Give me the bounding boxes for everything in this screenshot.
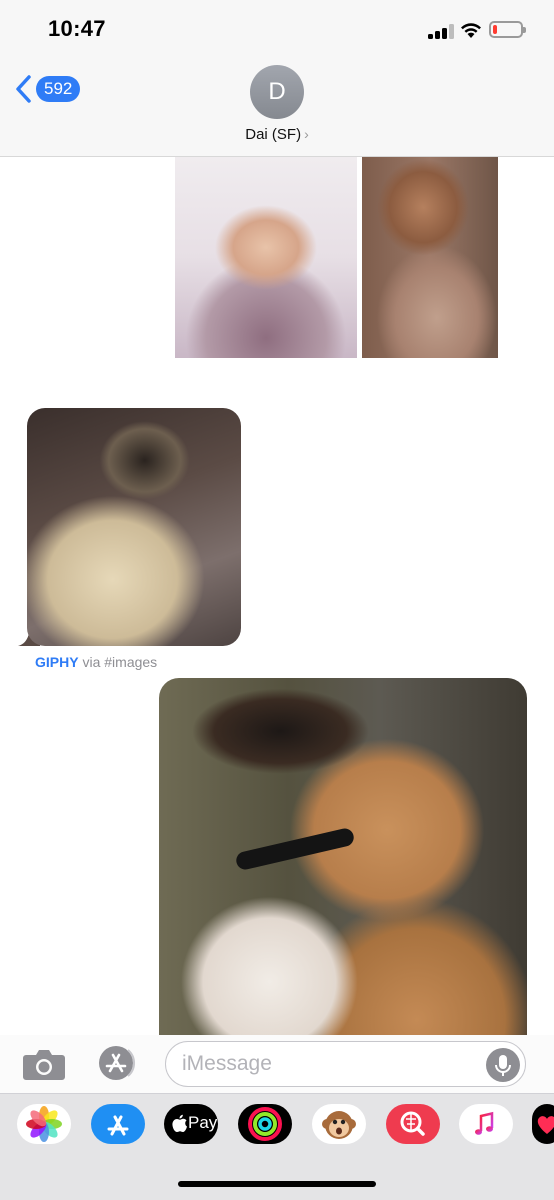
contact-name: Dai (SF) bbox=[245, 126, 302, 143]
music-icon[interactable] bbox=[459, 1104, 513, 1144]
chihuahua-photo-right[interactable] bbox=[362, 157, 498, 358]
microphone-icon bbox=[495, 1055, 511, 1076]
contact-name-button[interactable]: Dai (SF) › bbox=[0, 126, 554, 143]
message-placeholder: iMessage bbox=[182, 1052, 272, 1075]
giphy-brand: GIPHY bbox=[35, 654, 79, 670]
apple-pay-label: Pay bbox=[188, 1113, 218, 1132]
chevron-left-icon bbox=[16, 75, 31, 103]
dog-collar bbox=[234, 826, 356, 872]
status-bar: 10:47 bbox=[0, 0, 554, 56]
giphy-attribution[interactable]: GIPHY via #images bbox=[35, 654, 157, 670]
giphy-source-text: via #images bbox=[78, 654, 158, 670]
animoji-icon[interactable] bbox=[312, 1104, 366, 1144]
pug-gif[interactable] bbox=[27, 408, 241, 646]
camera-icon[interactable] bbox=[22, 1047, 66, 1081]
unread-count-badge: 592 bbox=[36, 76, 81, 102]
compose-bar: iMessage bbox=[0, 1035, 554, 1093]
heart-sticker-icon[interactable] bbox=[532, 1104, 554, 1144]
photos-icon[interactable] bbox=[17, 1104, 71, 1144]
boxer-puppy-photo[interactable] bbox=[159, 678, 527, 1035]
back-button[interactable]: 592 bbox=[14, 72, 81, 106]
contact-avatar[interactable]: D bbox=[250, 65, 304, 119]
message-thread[interactable]: GIPHY via #images bbox=[0, 157, 554, 1035]
app-store-icon[interactable] bbox=[94, 1045, 140, 1081]
activity-icon[interactable] bbox=[238, 1104, 292, 1144]
status-time: 10:47 bbox=[48, 16, 106, 41]
cellular-signal-icon bbox=[428, 23, 454, 39]
home-indicator[interactable] bbox=[178, 1181, 376, 1187]
app-store-drawer-icon[interactable] bbox=[91, 1104, 145, 1144]
images-search-icon[interactable] bbox=[386, 1104, 440, 1144]
apple-pay-icon[interactable]: Pay bbox=[164, 1104, 218, 1144]
conversation-header: 592 D Dai (SF) › bbox=[0, 56, 554, 157]
chihuahua-photo-left[interactable] bbox=[175, 157, 357, 358]
chevron-right-icon: › bbox=[304, 126, 309, 142]
wifi-icon bbox=[461, 23, 481, 38]
battery-level bbox=[493, 25, 497, 34]
battery-icon bbox=[489, 21, 526, 38]
dictation-button[interactable] bbox=[486, 1048, 520, 1082]
message-input[interactable]: iMessage bbox=[165, 1041, 526, 1087]
